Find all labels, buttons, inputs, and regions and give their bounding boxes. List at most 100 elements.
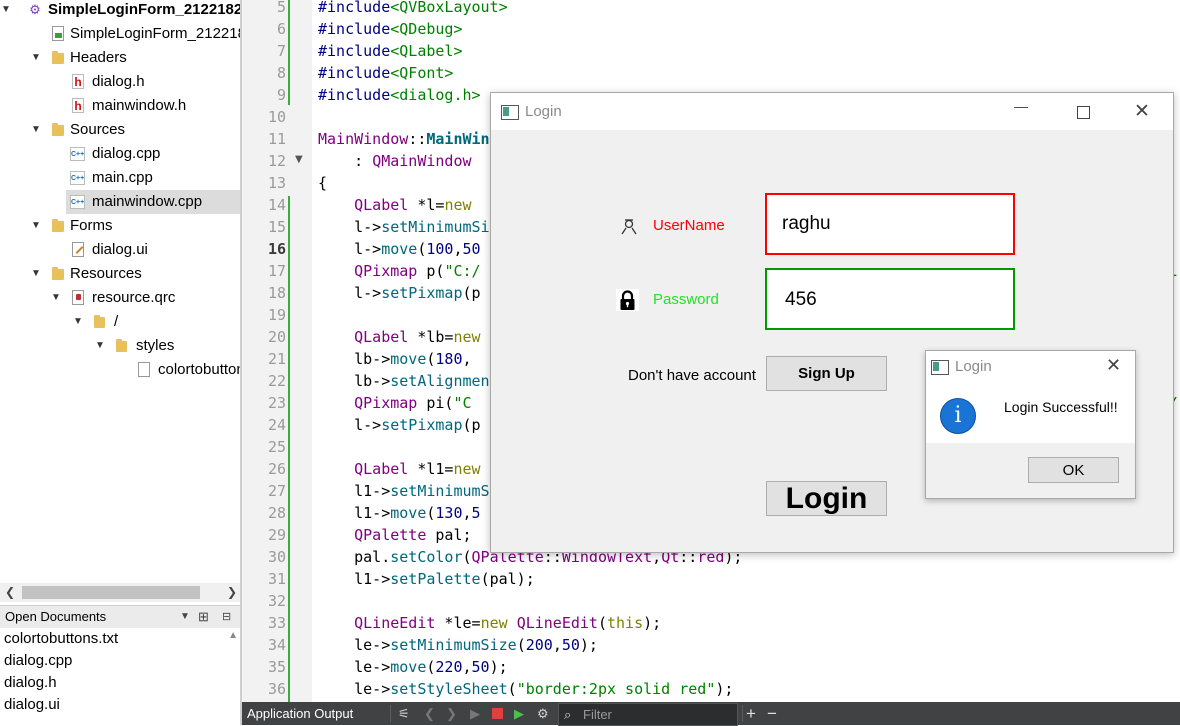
next-item-icon[interactable]: ❯ [446,702,457,725]
line-number: 35 [267,658,286,676]
tree-sources[interactable]: ▼ Sources [0,118,242,142]
code-line: MainWindow::MainWindow [318,130,517,148]
code-line: QPixmap p("C:/ [354,262,481,280]
password-value: 456 [785,289,817,310]
list-item[interactable]: dialog.ui [4,694,60,716]
chevron-down-icon[interactable]: ▼ [50,286,62,310]
scroll-right-icon[interactable]: ❯ [222,583,242,602]
code-line: #include<QLabel> [318,42,463,60]
project-name: SimpleLoginForm_2122182 [48,1,242,18]
application-output-tab[interactable]: Application Output [247,702,353,725]
attach-debugger-icon[interactable]: ▶ [514,702,524,725]
file-label: mainwindow.h [92,97,187,114]
tree-headers[interactable]: ▼ Headers [0,46,242,70]
qrc-file-icon [72,290,84,305]
signup-button[interactable]: Sign Up [766,356,887,391]
chevron-down-icon[interactable]: ▼ [30,214,42,238]
code-line: #include<QVBoxLayout> [318,0,508,16]
tree-file-colortobuttons[interactable]: colortobuttons.txt [0,358,242,382]
zoom-out-icon[interactable]: − [767,702,777,725]
line-number: 32 [267,592,286,610]
close-icon[interactable]: ✕ [1134,100,1150,123]
chevron-down-icon[interactable]: ▼ [0,0,12,22]
change-marker [288,0,290,105]
chevron-down-icon[interactable]: ▼ [94,334,106,358]
code-line: QLabel *lb=new [354,328,481,346]
chevron-down-icon[interactable]: ▼ [180,606,190,628]
folder-icon [52,51,64,64]
ok-button[interactable]: OK [1028,457,1119,483]
tree-prefix-root[interactable]: ▼ / [0,310,242,334]
line-number: 8 [276,64,286,82]
scroll-up-icon[interactable]: ▲ [228,630,238,641]
chevron-down-icon[interactable]: ▼ [72,310,84,334]
split-icon[interactable]: ⊞ [198,606,209,628]
password-label: Password [653,291,719,308]
line-number: 29 [267,526,286,544]
code-line: lb->setAlignment [318,372,499,390]
fold-bar: ▼ [290,0,312,702]
rerun-icon[interactable]: ▶ [470,702,480,725]
zoom-in-icon[interactable]: + [746,702,756,725]
chevron-down-icon[interactable]: ▼ [30,46,42,70]
code-line: l->setMinimumSize [318,218,508,236]
minimize-icon[interactable]: — [1014,98,1028,114]
clear-output-icon[interactable]: ⚟ [398,702,410,725]
file-label: dialog.cpp [92,145,161,162]
open-documents-title[interactable]: Open Documents [5,606,106,628]
tree-file-dialog-h[interactable]: h dialog.h [0,70,242,94]
code-line: QLabel *l=new [354,196,472,214]
dialog-message: Login Successful!! [1004,399,1118,415]
tree-forms[interactable]: ▼ Forms [0,214,242,238]
tree-resources[interactable]: ▼ Resources [0,262,242,286]
code-line: QLineEdit *le=new QLineEdit(this); [354,614,662,632]
username-field[interactable]: raghu [765,193,1015,255]
file-label: mainwindow.cpp [92,193,203,210]
previous-item-icon[interactable]: ❮ [424,702,435,725]
list-item[interactable]: colortobuttons.txt [4,628,118,650]
tree-file-main-cpp[interactable]: C++ main.cpp [0,166,242,190]
dialog-titlebar[interactable]: Login ✕ [926,351,1135,383]
close-icon[interactable]: ✕ [1106,355,1121,376]
tree-file-dialog-ui[interactable]: dialog.ui [0,238,242,262]
line-number: 25 [267,438,286,456]
fold-marker-icon[interactable]: ▼ [295,154,303,165]
code-line: QPalette pal; [354,526,472,544]
list-item[interactable]: dialog.h [4,672,57,694]
tree-file-mainwindow-h[interactable]: h mainwindow.h [0,94,242,118]
tree-folder-styles[interactable]: ▼ styles [0,334,242,358]
maximize-icon[interactable] [1077,106,1090,119]
folder-icon [94,315,105,328]
line-number: 7 [276,42,286,60]
separator [742,705,743,722]
headers-label: Headers [70,49,127,66]
file-label: dialog.ui [92,241,148,258]
list-item[interactable]: dialog.cpp [4,650,72,672]
file-label: main.cpp [92,169,153,186]
chevron-down-icon[interactable]: ▼ [30,118,42,142]
scrollbar-thumb[interactable] [22,586,200,599]
tree-horizontal-scrollbar[interactable]: ❮ ❯ [0,583,242,602]
stop-icon[interactable] [492,708,503,719]
gear-icon[interactable]: ⚙ [537,702,549,725]
scroll-left-icon[interactable]: ❮ [0,583,20,602]
password-field[interactable]: 456 [765,268,1015,330]
search-icon: ⌕ [564,707,572,722]
line-number: 17 [267,262,286,280]
line-number: 28 [267,504,286,522]
tree-file-mainwindow-cpp[interactable]: C++ mainwindow.cpp [66,190,242,214]
filter-input[interactable]: ⌕ Filter [558,703,738,726]
ui-file-icon [72,242,84,257]
tree-file-dialog-cpp[interactable]: C++ dialog.cpp [0,142,242,166]
tree-project[interactable]: ▼ ⚙ SimpleLoginForm_2122182 [0,0,242,22]
window-icon [931,360,949,375]
code-line: { [318,174,328,192]
login-titlebar[interactable]: Login — ✕ [491,93,1173,130]
tree-pro-file[interactable]: SimpleLoginForm_2122182.pro [0,22,242,46]
chevron-down-icon[interactable]: ▼ [30,262,42,286]
cpp-file-icon: C++ [70,147,85,161]
tree-file-resource-qrc[interactable]: ▼ resource.qrc [0,286,242,310]
close-pane-icon[interactable]: ⊟ [222,606,231,628]
file-label: colortobuttons.txt [158,361,242,378]
login-button[interactable]: Login [766,481,887,516]
